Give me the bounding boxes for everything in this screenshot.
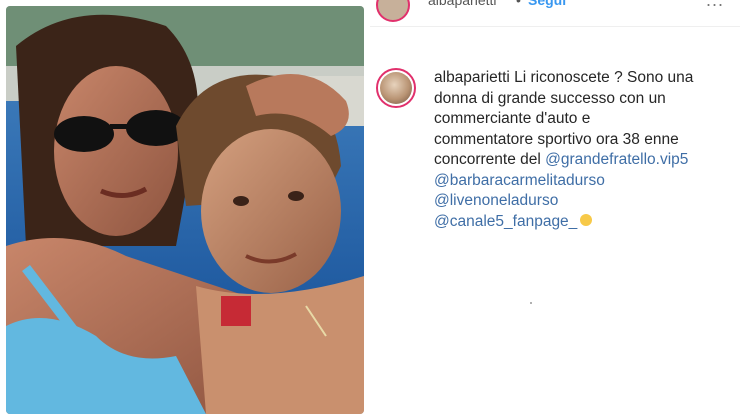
caption-line-4: commentatore sportivo ora 38 enne bbox=[434, 130, 679, 148]
smiling-face-emoji bbox=[580, 214, 593, 227]
caption-text-1: Li riconoscete ? Sono una bbox=[514, 69, 694, 86]
post-photo[interactable] bbox=[6, 6, 364, 414]
caption-text: albaparietti Li riconoscete ? Sono una d… bbox=[434, 68, 734, 232]
more-options-icon[interactable]: ... bbox=[706, 0, 724, 11]
caption-line-1: albaparietti Li riconoscete ? Sono una bbox=[434, 68, 734, 89]
post-header: albaparietti • Segui ... bbox=[370, 0, 740, 27]
mention-barbaracarmelitadurso[interactable]: @barbaracarmelitadurso bbox=[434, 171, 734, 192]
follow-button[interactable]: Segui bbox=[528, 0, 566, 8]
caption-text-5: concorrente del bbox=[434, 151, 546, 168]
caption-avatar[interactable] bbox=[376, 68, 416, 108]
caption-line-5: concorrente del @grandefratello.vip5 bbox=[434, 150, 734, 171]
separator-dot: • bbox=[516, 0, 521, 8]
mention-livenoneladurso[interactable]: @livenoneladurso bbox=[434, 191, 734, 212]
caption-line-3: commerciante d'auto e bbox=[434, 110, 591, 127]
avatar-image bbox=[380, 72, 412, 104]
mention-canale5-fanpage[interactable]: @canale5_fanpage_ bbox=[434, 213, 577, 230]
header-username[interactable]: albaparietti bbox=[428, 0, 497, 8]
caption-line-8: @canale5_fanpage_ bbox=[434, 212, 734, 233]
photo-illustration bbox=[6, 6, 364, 414]
caption-username[interactable]: albaparietti bbox=[434, 69, 510, 86]
header-avatar[interactable] bbox=[376, 0, 410, 22]
instagram-post-panel: albaparietti • Segui ... albaparietti Li… bbox=[370, 0, 740, 420]
mention-grandefratello[interactable]: @grandefratello.vip5 bbox=[545, 151, 688, 168]
speck bbox=[530, 302, 532, 304]
caption-line-2: donna di grande successo con un bbox=[434, 89, 666, 107]
